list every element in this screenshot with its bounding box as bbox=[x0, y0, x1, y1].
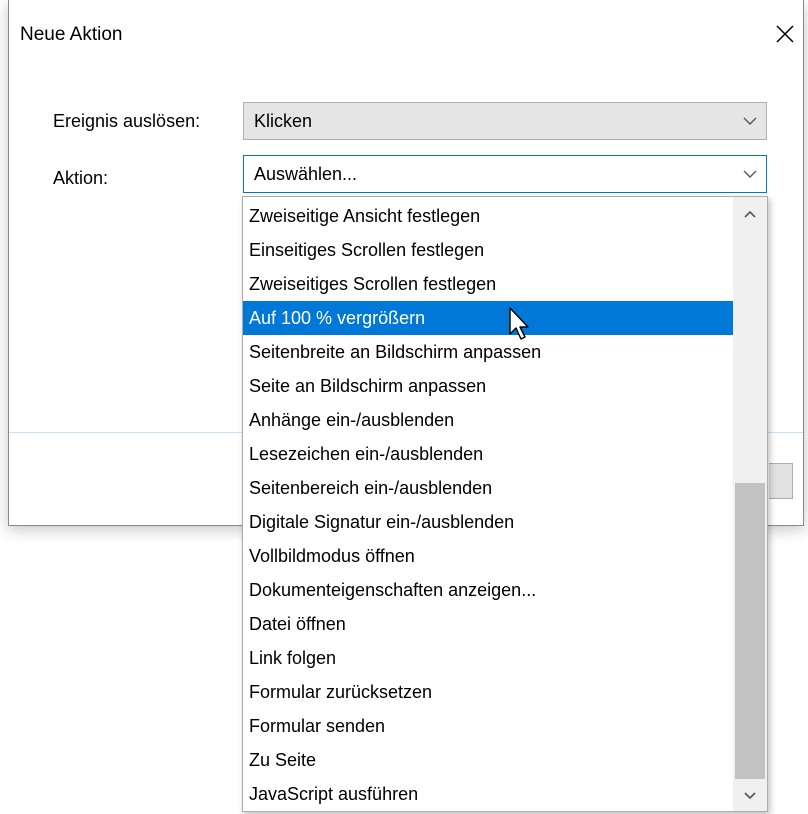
list-item[interactable]: Anhänge ein-/ausblenden bbox=[243, 403, 733, 437]
list-item[interactable]: Seitenbreite an Bildschirm anpassen bbox=[243, 335, 733, 369]
list-item[interactable]: Lesezeichen ein-/ausblenden bbox=[243, 437, 733, 471]
action-label: Aktion: bbox=[53, 168, 109, 188]
list-item[interactable]: Digitale Signatur ein-/ausblenden bbox=[243, 505, 733, 539]
trigger-select[interactable]: Klicken bbox=[243, 102, 767, 140]
list-item[interactable]: Zu Seite bbox=[243, 743, 733, 777]
list-item[interactable]: Vollbildmodus öffnen bbox=[243, 539, 733, 573]
list-item[interactable]: Seite an Bildschirm anpassen bbox=[243, 369, 733, 403]
dialog-button[interactable] bbox=[769, 463, 793, 499]
chevron-down-icon bbox=[743, 170, 757, 178]
close-icon bbox=[776, 25, 794, 43]
list-item[interactable]: JavaScript ausführen bbox=[243, 777, 733, 811]
chevron-down-icon bbox=[743, 117, 757, 125]
close-button[interactable] bbox=[767, 18, 803, 50]
action-select-value: Auswählen... bbox=[254, 163, 358, 184]
scrollbar-thumb[interactable] bbox=[735, 483, 765, 779]
list-item[interactable]: Zweiseitiges Scrollen festlegen bbox=[243, 267, 733, 301]
chevron-down-icon bbox=[744, 792, 756, 800]
list-item[interactable]: Seitenbereich ein-/ausblenden bbox=[243, 471, 733, 505]
action-select[interactable]: Auswählen... bbox=[243, 155, 767, 193]
list-item[interactable]: Datei öffnen bbox=[243, 607, 733, 641]
list-item[interactable]: Formular senden bbox=[243, 709, 733, 743]
list-item[interactable]: Einseitiges Scrollen festlegen bbox=[243, 233, 733, 267]
trigger-label: Ereignis auslösen: bbox=[53, 111, 201, 131]
list-item[interactable]: Dokumenteigenschaften anzeigen... bbox=[243, 573, 733, 607]
dialog-title: Neue Aktion bbox=[20, 24, 123, 45]
list-item[interactable]: Formular zurücksetzen bbox=[243, 675, 733, 709]
action-dropdown-list[interactable]: Zweiseitige Ansicht festlegen Einseitige… bbox=[242, 196, 768, 812]
list-item[interactable]: Link folgen bbox=[243, 641, 733, 675]
vertical-scrollbar[interactable] bbox=[733, 197, 767, 811]
scroll-up-button[interactable] bbox=[733, 199, 767, 229]
list-item-highlighted[interactable]: Auf 100 % vergrößern bbox=[243, 301, 733, 335]
list-item[interactable]: Zweiseitige Ansicht festlegen bbox=[243, 199, 733, 233]
dropdown-items: Zweiseitige Ansicht festlegen Einseitige… bbox=[243, 199, 733, 811]
trigger-select-value: Klicken bbox=[254, 110, 313, 131]
scroll-down-button[interactable] bbox=[733, 781, 767, 811]
chevron-up-icon bbox=[744, 210, 756, 218]
